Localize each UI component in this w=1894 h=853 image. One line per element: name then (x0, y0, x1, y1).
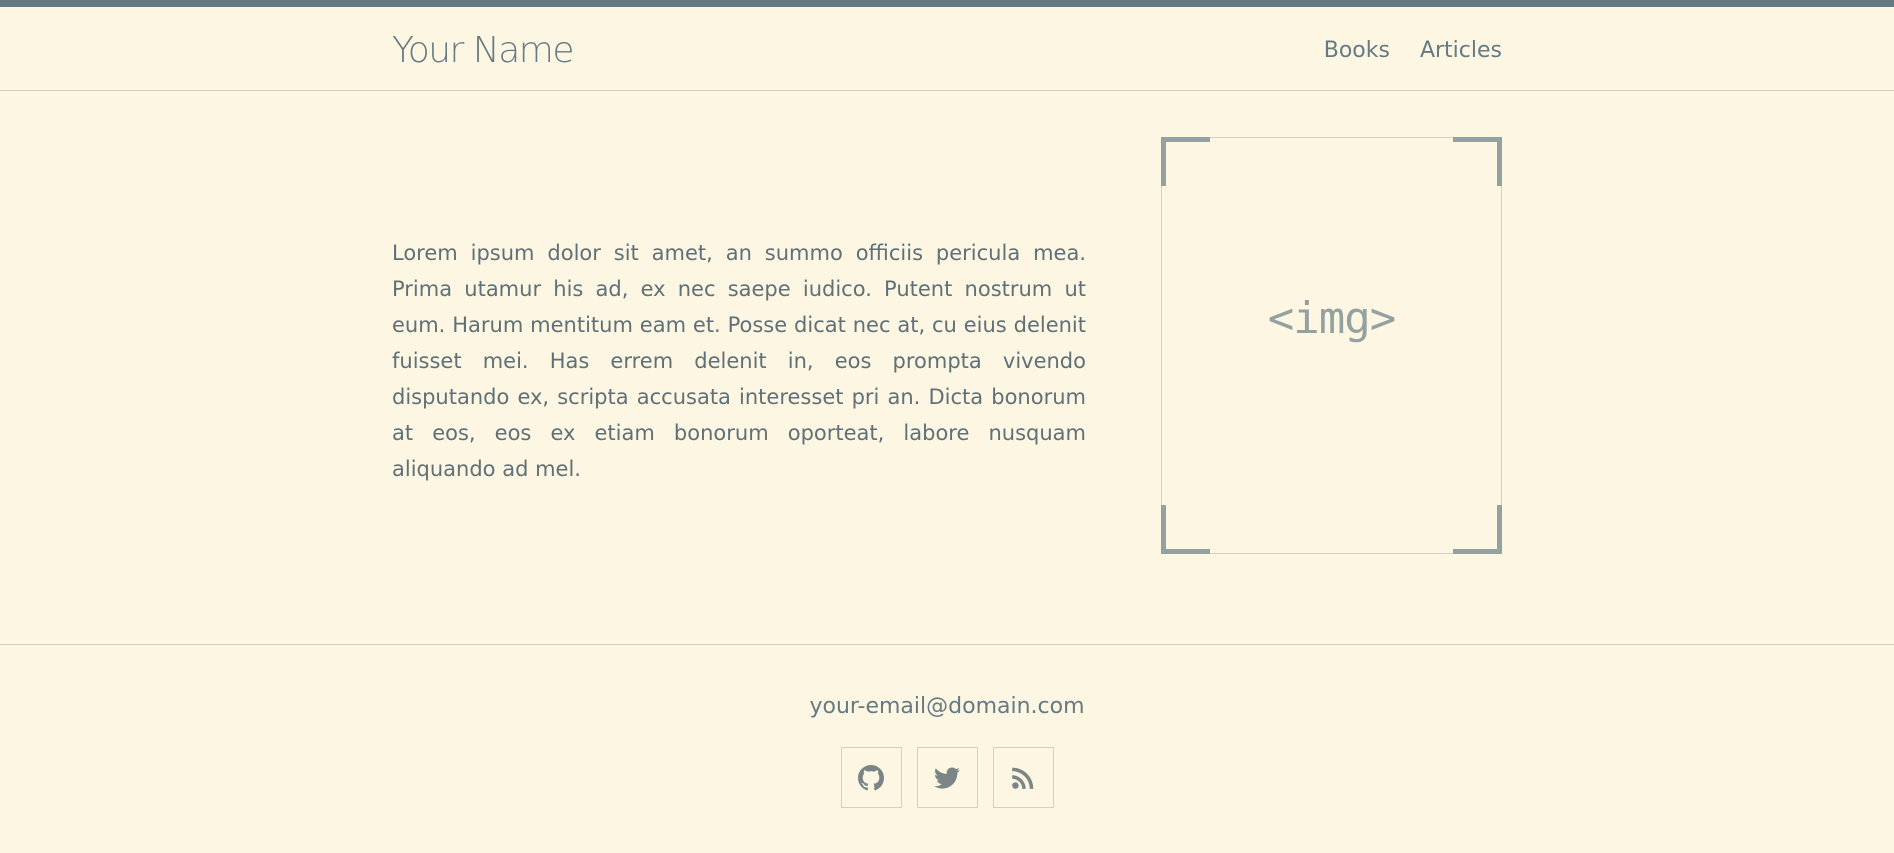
corner-top-left (1161, 137, 1210, 186)
rss-icon (1012, 767, 1034, 789)
github-button[interactable] (840, 747, 902, 808)
corner-bottom-left (1161, 505, 1210, 554)
corner-bottom-right (1453, 505, 1502, 554)
top-accent-bar (0, 0, 1894, 7)
image-placeholder: <img> (1161, 137, 1502, 554)
social-links (0, 747, 1894, 808)
main-content: Lorem ipsum dolor sit amet, an summo off… (0, 91, 1894, 644)
nav-link-articles[interactable]: Articles (1420, 37, 1502, 66)
image-placeholder-label: <img> (1267, 293, 1396, 344)
twitter-button[interactable] (916, 747, 978, 808)
main-nav: Books Articles (1324, 37, 1502, 66)
site-footer: your-email@domain.com (0, 644, 1894, 853)
rss-button[interactable] (992, 747, 1054, 808)
twitter-icon (934, 766, 960, 789)
site-brand-link[interactable]: Your Name (392, 29, 575, 72)
site-header: Your Name Books Articles (0, 7, 1894, 91)
corner-top-right (1453, 137, 1502, 186)
intro-paragraph: Lorem ipsum dolor sit amet, an summo off… (392, 241, 1086, 481)
email-link[interactable]: your-email@domain.com (0, 694, 1894, 719)
nav-link-books[interactable]: Books (1324, 37, 1390, 66)
github-icon (858, 764, 884, 790)
